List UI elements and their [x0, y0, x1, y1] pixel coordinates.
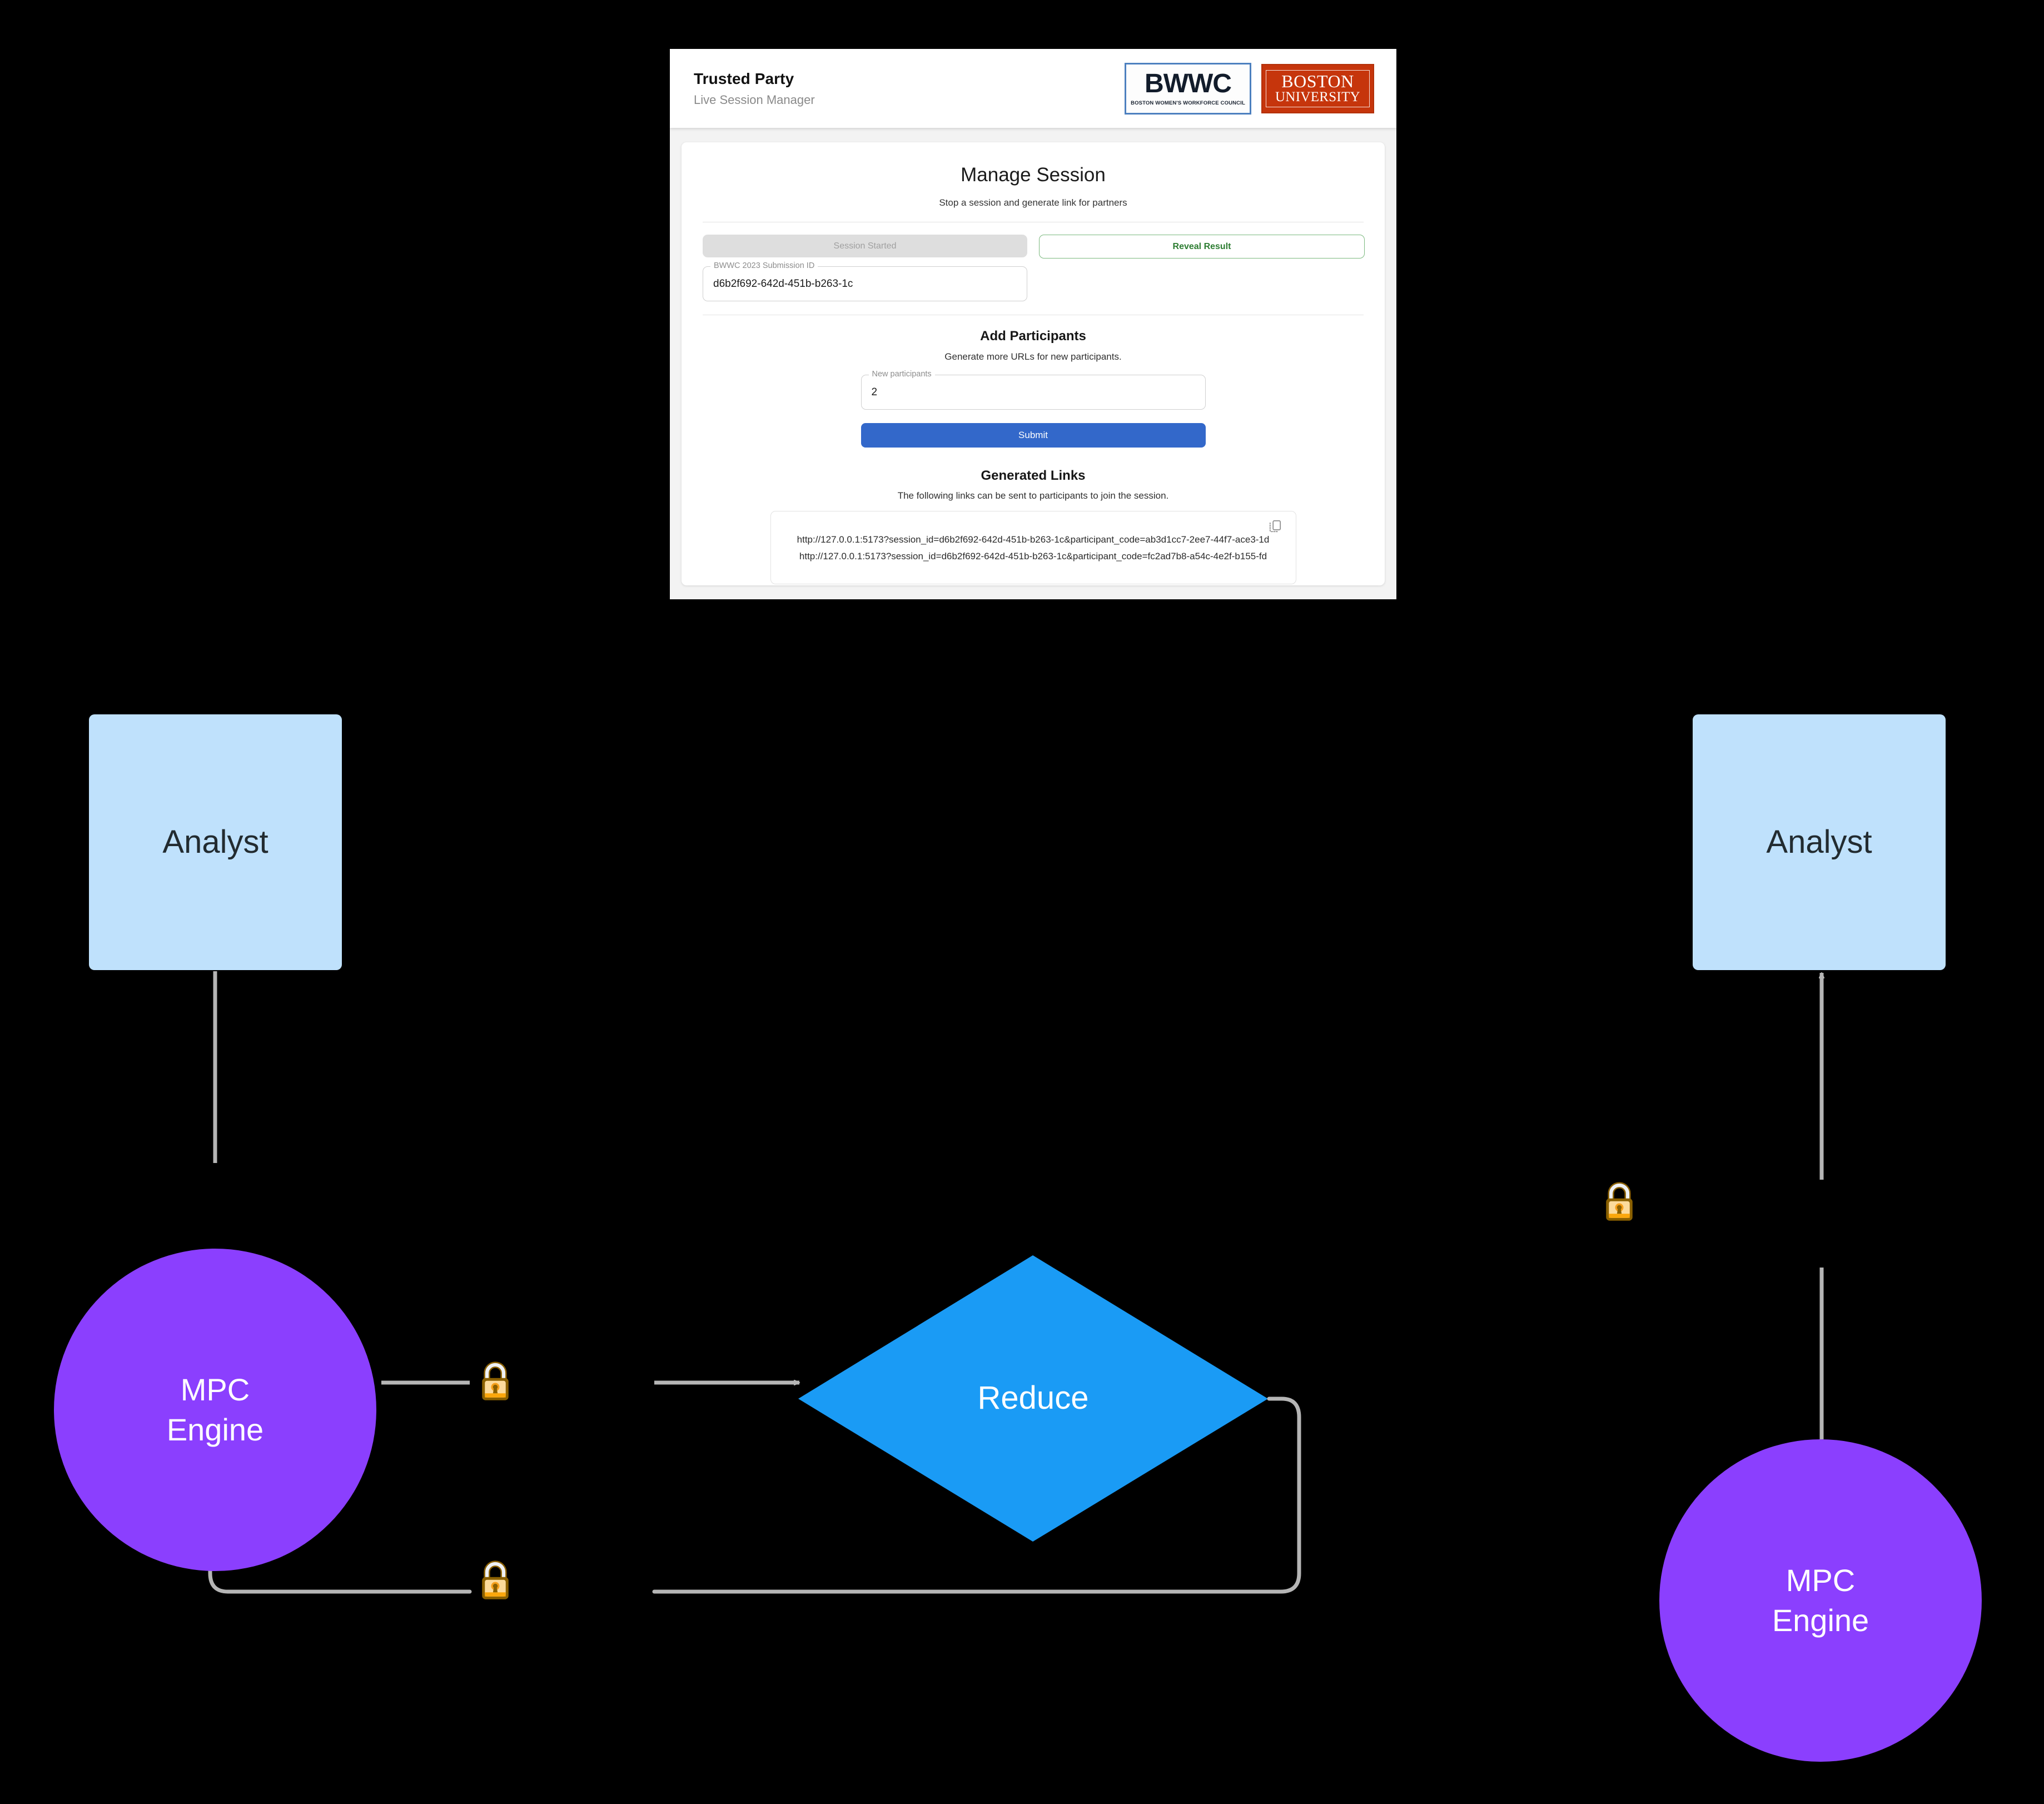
node-analyst-left: Analyst — [89, 714, 342, 970]
session-started-button[interactable]: Session Started — [703, 235, 1027, 257]
session-left-column: Session Started BWWC 2023 Submission ID … — [703, 235, 1027, 301]
new-participants-input[interactable]: New participants 2 — [861, 370, 1206, 410]
lock-icon — [1606, 1182, 1633, 1221]
node-mpc-engine-right: MPC Engine — [1659, 1439, 1982, 1762]
node-analyst-right-label: Analyst — [1766, 823, 1872, 860]
reveal-result-button[interactable]: Reveal Result — [1039, 235, 1365, 259]
generated-links-subtitle: The following links can be sent to parti… — [897, 490, 1169, 501]
node-mpc-left-label-line2: Engine — [166, 1412, 264, 1447]
generated-links-box: http://127.0.0.1:5173?session_id=d6b2f69… — [770, 511, 1296, 584]
node-analyst-left-label: Analyst — [162, 823, 268, 860]
generated-links-title: Generated Links — [981, 468, 1086, 483]
bwwc-logo-tagline: BOSTON WOMEN'S WORKFORCE COUNCIL — [1131, 100, 1245, 106]
new-participants-label: New participants — [868, 370, 935, 379]
boston-university-logo: BOSTON UNIVERSITY — [1261, 63, 1374, 113]
app-header-titles: Trusted Party Live Session Manager — [694, 70, 1125, 107]
generated-link-item[interactable]: http://127.0.0.1:5173?session_id=d6b2f69… — [788, 531, 1279, 548]
add-participants-title: Add Participants — [980, 329, 1086, 344]
node-reduce-label: Reduce — [977, 1380, 1089, 1417]
bu-logo-line1: BOSTON — [1281, 71, 1354, 91]
submission-id-value: d6b2f692-642d-451b-b263-1c — [713, 277, 853, 290]
app-body: Manage Session Stop a session and genera… — [670, 128, 1396, 599]
session-right-column: Reveal Result — [1039, 235, 1365, 259]
trusted-party-app-window: Trusted Party Live Session Manager BWWC … — [670, 49, 1396, 599]
node-mpc-right-label-line1: MPC — [1786, 1563, 1856, 1598]
new-participants-wrapper: New participants 2 — [861, 370, 1206, 410]
submission-id-field[interactable]: BWWC 2023 Submission ID d6b2f692-642d-45… — [703, 261, 1027, 301]
app-subtitle: Live Session Manager — [694, 92, 815, 107]
node-analyst-right: Analyst — [1693, 714, 1946, 970]
logo-row: BWWC BOSTON WOMEN'S WORKFORCE COUNCIL BO… — [1125, 62, 1374, 115]
app-title: Trusted Party — [694, 69, 794, 87]
generated-links-list: http://127.0.0.1:5173?session_id=d6b2f69… — [788, 531, 1279, 565]
new-participants-value: 2 — [871, 386, 878, 398]
page-subtitle: Stop a session and generate link for par… — [939, 197, 1127, 208]
bwwc-logo: BWWC BOSTON WOMEN'S WORKFORCE COUNCIL — [1125, 62, 1251, 115]
bu-logo-line2: UNIVERSITY — [1275, 90, 1360, 105]
app-header: Trusted Party Live Session Manager BWWC … — [670, 49, 1396, 128]
page-title: Manage Session — [961, 164, 1106, 186]
lock-icon — [482, 1361, 509, 1400]
generated-link-item[interactable]: http://127.0.0.1:5173?session_id=d6b2f69… — [788, 548, 1279, 565]
node-mpc-engine-left: MPC Engine — [54, 1249, 376, 1571]
session-controls-row: Session Started BWWC 2023 Submission ID … — [703, 235, 1365, 301]
bu-logo-inner-frame: BOSTON UNIVERSITY — [1266, 69, 1370, 107]
node-mpc-left-label-line1: MPC — [180, 1372, 250, 1408]
lock-icon — [482, 1561, 509, 1599]
submission-id-label: BWWC 2023 Submission ID — [710, 261, 818, 270]
add-participants-subtitle: Generate more URLs for new participants. — [944, 351, 1122, 362]
submit-button[interactable]: Submit — [861, 423, 1206, 448]
node-reduce: Reduce — [798, 1255, 1268, 1542]
bwwc-logo-wordmark: BWWC — [1145, 69, 1232, 98]
node-mpc-right-label-line2: Engine — [1772, 1603, 1869, 1638]
copy-icon[interactable] — [1268, 519, 1282, 533]
manage-session-card: Manage Session Stop a session and genera… — [682, 142, 1385, 585]
